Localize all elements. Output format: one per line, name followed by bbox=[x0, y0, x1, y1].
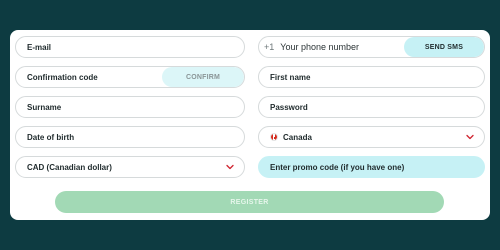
confirm-button[interactable]: CONFIRM bbox=[162, 67, 244, 87]
register-button[interactable]: REGISTER bbox=[55, 191, 444, 213]
promo-code-field[interactable]: Enter promo code (if you have one) bbox=[258, 156, 485, 178]
confirmation-placeholder: Confirmation code bbox=[27, 72, 98, 82]
country-select[interactable]: Canada bbox=[258, 126, 485, 148]
currency-select[interactable]: CAD (Canadian dollar) bbox=[15, 156, 245, 178]
phone-prefix: +1 bbox=[264, 42, 275, 52]
password-field[interactable]: Password bbox=[258, 96, 485, 118]
date-of-birth-placeholder: Date of birth bbox=[27, 132, 75, 142]
promo-placeholder: Enter promo code (if you have one) bbox=[270, 162, 405, 172]
canada-flag-icon bbox=[270, 133, 278, 141]
phone-field[interactable]: +1 Your phone number SEND SMS bbox=[258, 36, 485, 58]
registration-card: E-mail +1 Your phone number SEND SMS Con… bbox=[10, 30, 490, 220]
password-placeholder: Password bbox=[270, 102, 308, 112]
surname-placeholder: Surname bbox=[27, 102, 62, 112]
first-name-placeholder: First name bbox=[270, 72, 311, 82]
email-field[interactable]: E-mail bbox=[15, 36, 245, 58]
first-name-field[interactable]: First name bbox=[258, 66, 485, 88]
chevron-down-icon bbox=[466, 134, 474, 140]
send-sms-button[interactable]: SEND SMS bbox=[404, 37, 484, 57]
date-of-birth-field[interactable]: Date of birth bbox=[15, 126, 245, 148]
country-value: Canada bbox=[283, 132, 312, 142]
surname-field[interactable]: Surname bbox=[15, 96, 245, 118]
chevron-down-icon bbox=[226, 164, 234, 170]
email-placeholder: E-mail bbox=[27, 42, 52, 52]
phone-placeholder: Your phone number bbox=[280, 42, 359, 52]
currency-value: CAD (Canadian dollar) bbox=[27, 162, 112, 172]
confirmation-code-field[interactable]: Confirmation code CONFIRM bbox=[15, 66, 245, 88]
